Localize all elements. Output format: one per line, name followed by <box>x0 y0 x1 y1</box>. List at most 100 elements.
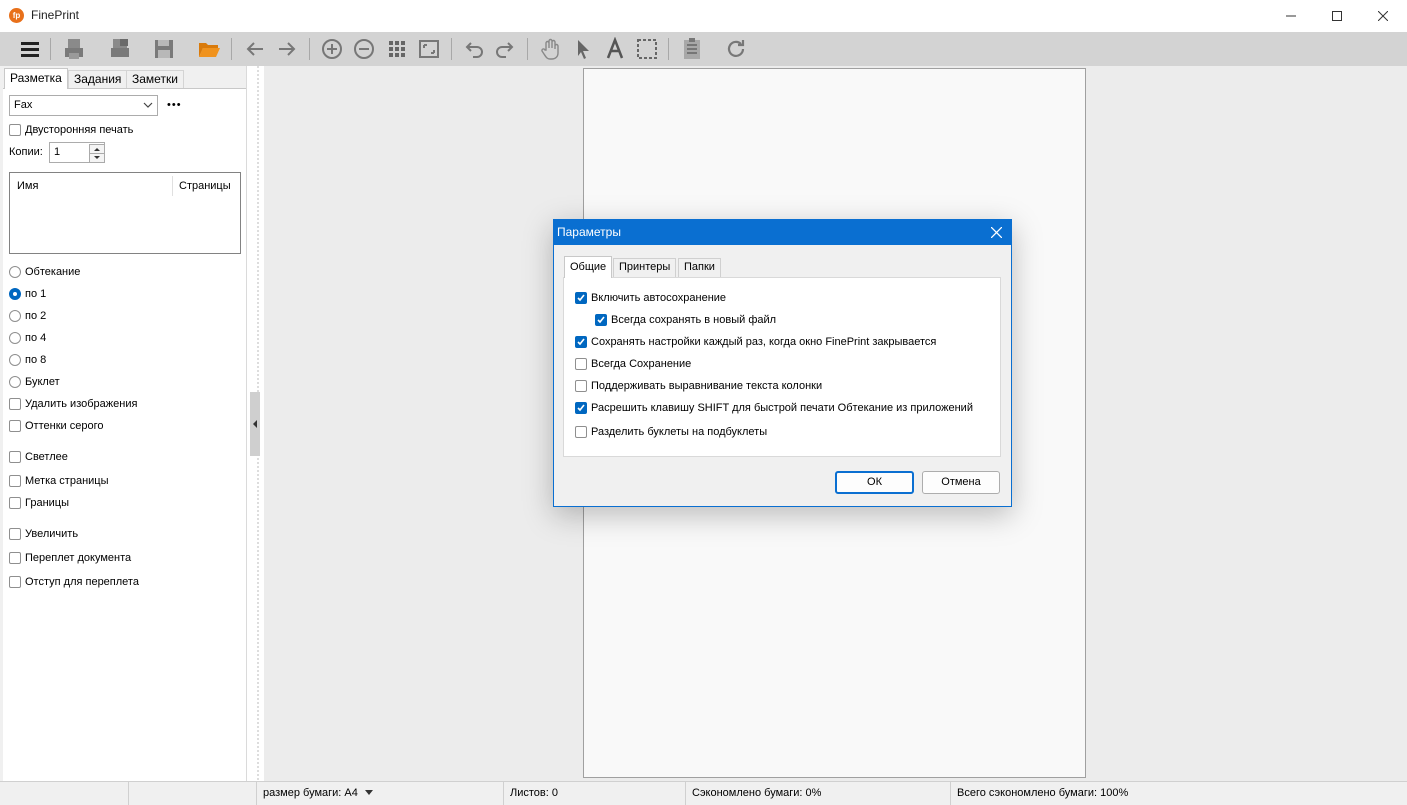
column-header-pages[interactable]: Страницы <box>179 180 231 192</box>
radio-8-up-label: по 8 <box>25 354 47 366</box>
page-setup-button[interactable] <box>678 35 706 63</box>
zoom-out-button[interactable] <box>350 35 378 63</box>
toolbar-separator <box>527 38 528 60</box>
enlarge-checkbox[interactable] <box>9 528 21 540</box>
ok-button[interactable]: ОК <box>835 471 914 494</box>
dialog-title: Параметры <box>554 220 1011 245</box>
save-button[interactable] <box>150 35 178 63</box>
cancel-button[interactable]: Отмена <box>922 471 1000 494</box>
caret-down-icon <box>94 156 100 159</box>
radio-1-up[interactable] <box>9 288 21 300</box>
undo-button[interactable] <box>461 35 489 63</box>
enlarge-label: Увеличить <box>25 528 79 540</box>
minimize-button[interactable] <box>1268 0 1314 32</box>
split-booklets-checkbox[interactable] <box>575 426 587 438</box>
autosave-checkbox[interactable] <box>575 292 587 304</box>
redo-button[interactable] <box>490 35 518 63</box>
always-save-checkbox[interactable] <box>575 358 587 370</box>
toolbar-separator <box>451 38 452 60</box>
tab-layout[interactable]: Разметка <box>4 68 68 89</box>
grayscale-checkbox[interactable] <box>9 420 21 432</box>
lighter-checkbox[interactable] <box>9 451 21 463</box>
caret-left-icon <box>253 420 257 428</box>
radio-1-up-label: по 1 <box>25 288 47 300</box>
print-preview-icon <box>111 39 129 57</box>
hand-icon <box>541 38 559 60</box>
select-region-button[interactable] <box>633 35 661 63</box>
always-save-label: Всегда Сохранение <box>591 358 692 370</box>
forward-arrow-icon <box>279 42 296 56</box>
binding-label: Переплет документа <box>25 552 132 564</box>
more-options-button[interactable]: ••• <box>167 99 182 111</box>
tab-jobs[interactable]: Задания <box>68 70 128 88</box>
stepper-down-button[interactable] <box>89 153 105 163</box>
gutter-label: Отступ для переплета <box>25 576 139 588</box>
status-cell-empty <box>128 781 256 805</box>
radio-4-up[interactable] <box>9 332 21 344</box>
binding-checkbox[interactable] <box>9 552 21 564</box>
radio-wrap[interactable] <box>9 266 21 278</box>
zoom-in-button[interactable] <box>318 35 346 63</box>
checkmark-icon <box>577 404 585 412</box>
close-window-button[interactable] <box>1360 0 1406 32</box>
forward-button[interactable] <box>273 35 301 63</box>
menu-button[interactable] <box>16 35 44 63</box>
dialog-tab-folders[interactable]: Папки <box>678 258 721 277</box>
page-mark-checkbox[interactable] <box>9 475 21 487</box>
dialog-tab-general[interactable]: Общие <box>564 256 613 278</box>
borders-checkbox[interactable] <box>9 497 21 509</box>
shift-quick-print-checkbox[interactable] <box>575 402 587 414</box>
caret-down-icon <box>364 790 373 795</box>
grayscale-label: Оттенки серого <box>25 420 104 432</box>
save-new-file-checkbox[interactable] <box>595 314 607 326</box>
fit-page-icon <box>419 40 439 58</box>
chevron-down-icon <box>143 102 153 108</box>
close-icon <box>1378 11 1388 21</box>
radio-booklet-label: Буклет <box>25 376 60 388</box>
back-button[interactable] <box>241 35 269 63</box>
toolbar-separator <box>50 38 51 60</box>
lighter-label: Светлее <box>25 451 68 463</box>
checkmark-icon <box>597 316 605 324</box>
printer-select[interactable]: Fax <box>9 95 158 116</box>
app-icon: fp <box>9 8 24 23</box>
maximize-button[interactable] <box>1314 0 1360 32</box>
column-divider <box>172 176 173 196</box>
radio-booklet[interactable] <box>9 376 21 388</box>
print-preview-button[interactable] <box>106 35 134 63</box>
toolbar-separator <box>231 38 232 60</box>
radio-8-up[interactable] <box>9 354 21 366</box>
paper-size-label: размер бумаги: A4 <box>263 787 358 799</box>
copies-value: 1 <box>54 146 61 158</box>
jobs-list[interactable]: Имя Страницы <box>9 172 241 254</box>
dialog-tab-printers[interactable]: Принтеры <box>613 258 677 277</box>
gutter-checkbox[interactable] <box>9 576 21 588</box>
column-align-checkbox[interactable] <box>575 380 587 392</box>
column-header-name[interactable]: Имя <box>17 180 38 192</box>
total-paper-saved: Всего сэкономлено бумаги: 100% <box>950 781 1407 805</box>
duplex-checkbox[interactable] <box>9 124 21 136</box>
pointer-tool-button[interactable] <box>569 35 597 63</box>
remove-images-checkbox[interactable] <box>9 398 21 410</box>
pointer-icon <box>578 40 589 59</box>
tab-notes[interactable]: Заметки <box>126 70 184 88</box>
fit-page-button[interactable] <box>415 35 443 63</box>
paper-size-dropdown[interactable]: размер бумаги: A4 <box>256 781 502 805</box>
open-button[interactable] <box>195 35 223 63</box>
radio-2-up-label: по 2 <box>25 310 47 322</box>
grid-view-button[interactable] <box>383 35 411 63</box>
print-button[interactable] <box>60 35 88 63</box>
save-settings-checkbox[interactable] <box>575 336 587 348</box>
title-bar <box>0 0 1407 32</box>
copies-stepper[interactable]: 1 <box>49 142 105 163</box>
checkmark-icon <box>577 338 585 346</box>
maximize-icon <box>1332 11 1342 21</box>
hand-tool-button[interactable] <box>537 35 565 63</box>
refresh-button[interactable] <box>722 35 750 63</box>
split-booklets-label: Разделить буклеты на подбуклеты <box>591 426 768 438</box>
radio-4-up-label: по 4 <box>25 332 47 344</box>
text-tool-button[interactable] <box>601 35 629 63</box>
collapse-panel-button[interactable] <box>250 392 260 456</box>
radio-2-up[interactable] <box>9 310 21 322</box>
dialog-close-button[interactable] <box>982 220 1010 245</box>
